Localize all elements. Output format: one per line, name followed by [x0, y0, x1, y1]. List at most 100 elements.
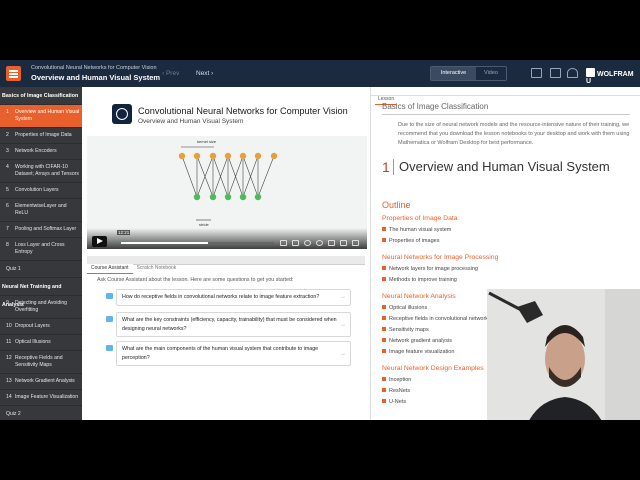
- sidebar-item[interactable]: 1 Overview and Human Visual System: [0, 105, 82, 128]
- sidebar-item-label: Loss Layer and Cross Entropy: [15, 242, 65, 255]
- sidebar-item-number: 1: [6, 109, 9, 115]
- outline-item-link[interactable]: Sensitivity maps: [382, 327, 429, 333]
- outline-item-label: Image feature visualization: [389, 349, 455, 355]
- outline-item-link[interactable]: ResNets: [382, 388, 410, 394]
- sidebar-item[interactable]: 8 Loss Layer and Cross Entropy: [0, 238, 82, 261]
- sidebar-item-number: 14: [6, 394, 12, 400]
- outline-item-link[interactable]: Properties of images: [382, 238, 439, 244]
- outline-section-link[interactable]: Neural Networks for Image Processing: [382, 254, 498, 261]
- tab-course-assistant[interactable]: Course Assistant: [87, 264, 133, 274]
- replay-icon[interactable]: [316, 240, 323, 246]
- stride-label: stride: [199, 222, 210, 227]
- sidebar-item-number: 8: [6, 242, 9, 248]
- chat-bubble-icon: [106, 345, 113, 351]
- chat-icon[interactable]: [550, 68, 561, 78]
- sidebar: Basics of Image Classification 1 Overview …: [0, 87, 82, 420]
- suggested-question[interactable]: What are the key constraints (efficiency…: [116, 312, 351, 337]
- outline-item-link[interactable]: Receptive fields in convolutional networ…: [382, 316, 491, 322]
- sidebar-item[interactable]: 5 Convolution Layers: [0, 183, 82, 199]
- kernel-size-label: kernel size: [197, 139, 217, 144]
- fullscreen-icon[interactable]: [352, 240, 359, 246]
- sidebar-item[interactable]: 14 Image Feature Visualization: [0, 390, 82, 406]
- input-node: [178, 152, 186, 160]
- outline-item-link[interactable]: U-Nets: [382, 399, 406, 405]
- course-assistant-panel: Course Assistant Scratch Notebook Ask Cou…: [87, 256, 365, 420]
- outline-item-label: Optical illusions: [389, 305, 428, 311]
- sidebar-item-label: Pooling and Softmax Layer: [15, 226, 77, 232]
- sidebar-section-title[interactable]: Neural Net Training and Analysis: [0, 278, 82, 308]
- volume-icon[interactable]: [280, 240, 287, 246]
- bullet-icon: [382, 305, 386, 309]
- sidebar-item-number: 13: [6, 378, 12, 384]
- input-node: [193, 152, 201, 160]
- diagram-edges: [181, 155, 275, 198]
- outline-item-label: Inception: [389, 377, 412, 383]
- tab-scratch-notebook[interactable]: Scratch Notebook: [133, 264, 181, 273]
- sidebar-item[interactable]: 3 Network Encoders: [0, 144, 82, 160]
- sidebar-item-label: Working with CIFAR-10 Dataset; Arrays an…: [15, 164, 79, 177]
- lesson-tab-bar: Lesson: [371, 87, 640, 105]
- bullet-icon: [382, 266, 386, 270]
- sidebar-item[interactable]: 2 Properties of Image Data: [0, 128, 82, 144]
- sidebar-item-number: 7: [6, 226, 9, 232]
- seek-bar[interactable]: [121, 242, 274, 244]
- send-arrow-icon: →: [340, 321, 346, 328]
- sidebar-quiz[interactable]: Quiz 1: [0, 261, 82, 278]
- outline-item-link[interactable]: Image feature visualization: [382, 349, 454, 355]
- bullet-icon: [382, 327, 386, 331]
- sidebar-item[interactable]: 6 ElementwiseLayer and ReLU: [0, 199, 82, 222]
- sidebar-item-number: 5: [6, 187, 9, 193]
- course-title: Convolutional Neural Networks for Comput…: [31, 65, 157, 71]
- sidebar-item[interactable]: 9 Detecting and Avoiding Overfitting: [0, 296, 82, 319]
- heading-divider: [393, 159, 394, 175]
- sidebar-item-number: 2: [6, 132, 9, 138]
- bullet-icon: [382, 377, 386, 381]
- sidebar-item[interactable]: 11 Optical Illusions: [0, 335, 82, 351]
- picture-in-picture-icon[interactable]: [340, 240, 347, 246]
- bullet-icon: [382, 338, 386, 342]
- sidebar-section-title[interactable]: Basics of Image Classification: [0, 87, 82, 105]
- outline-section-link[interactable]: Neural Network Design Examples: [382, 365, 484, 372]
- user-icon[interactable]: [567, 68, 578, 78]
- grid-icon[interactable]: [531, 68, 542, 78]
- sidebar-item-label: Image Feature Visualization: [15, 394, 79, 400]
- suggested-question[interactable]: How do receptive fields in convolutional…: [116, 289, 351, 306]
- outline-item-link[interactable]: Methods to improve training: [382, 277, 457, 283]
- output-node: [224, 193, 232, 201]
- timestamp: 12:21: [117, 230, 131, 235]
- video-player[interactable]: Convolutional Neural Networks for Comput…: [87, 92, 367, 249]
- sidebar-item[interactable]: 10 Dropout Layers: [0, 319, 82, 335]
- outline-item-link[interactable]: Inception: [382, 377, 411, 383]
- sidebar-quiz[interactable]: Quiz 2: [0, 406, 82, 420]
- sidebar-item-number: 4: [6, 164, 9, 170]
- outline-item-link[interactable]: The human visual system: [382, 227, 451, 233]
- sidebar-item[interactable]: 7 Pooling and Softmax Layer: [0, 222, 82, 238]
- bullet-icon: [382, 227, 386, 231]
- video-subtitle: Overview and Human Visual System: [138, 118, 244, 125]
- sidebar-item[interactable]: 4 Working with CIFAR-10 Dataset; Arrays a…: [0, 160, 82, 183]
- outline-item-link[interactable]: Network layers for image processing: [382, 266, 478, 272]
- outline-heading: Outline: [382, 200, 411, 210]
- lesson-title: Overview and Human Visual System: [31, 73, 161, 82]
- question-text: What are the main components of the huma…: [122, 346, 319, 361]
- menu-icon[interactable]: [6, 66, 21, 81]
- outline-item-link[interactable]: Optical illusions: [382, 305, 427, 311]
- download-icon[interactable]: [328, 240, 335, 246]
- outline-section-link[interactable]: Neural Network Analysis: [382, 293, 456, 300]
- sidebar-item[interactable]: 12 Receptive Fields and Sensitivity Maps: [0, 351, 82, 374]
- next-button[interactable]: Next ›: [196, 70, 213, 77]
- captions-icon[interactable]: [292, 240, 299, 246]
- video-title: Convolutional Neural Networks for Comput…: [138, 106, 348, 116]
- convolution-diagram: kernel size stride: [178, 139, 278, 227]
- prev-button[interactable]: ‹ Prev: [162, 70, 179, 77]
- lesson-section-title: Basics of Image Classification: [382, 102, 489, 111]
- sidebar-item[interactable]: 13 Network Gradient Analysis: [0, 374, 82, 390]
- tab-interactive[interactable]: Interactive: [431, 67, 476, 80]
- suggested-question[interactable]: What are the main components of the huma…: [116, 341, 351, 366]
- tab-video[interactable]: Video: [476, 67, 506, 80]
- settings-icon[interactable]: [304, 240, 311, 246]
- outline-item-link[interactable]: Network gradient analysis: [382, 338, 452, 344]
- outline-section-link[interactable]: Properties of Image Data: [382, 215, 458, 222]
- video-controls: 12:21: [87, 228, 367, 249]
- play-button[interactable]: [92, 236, 107, 247]
